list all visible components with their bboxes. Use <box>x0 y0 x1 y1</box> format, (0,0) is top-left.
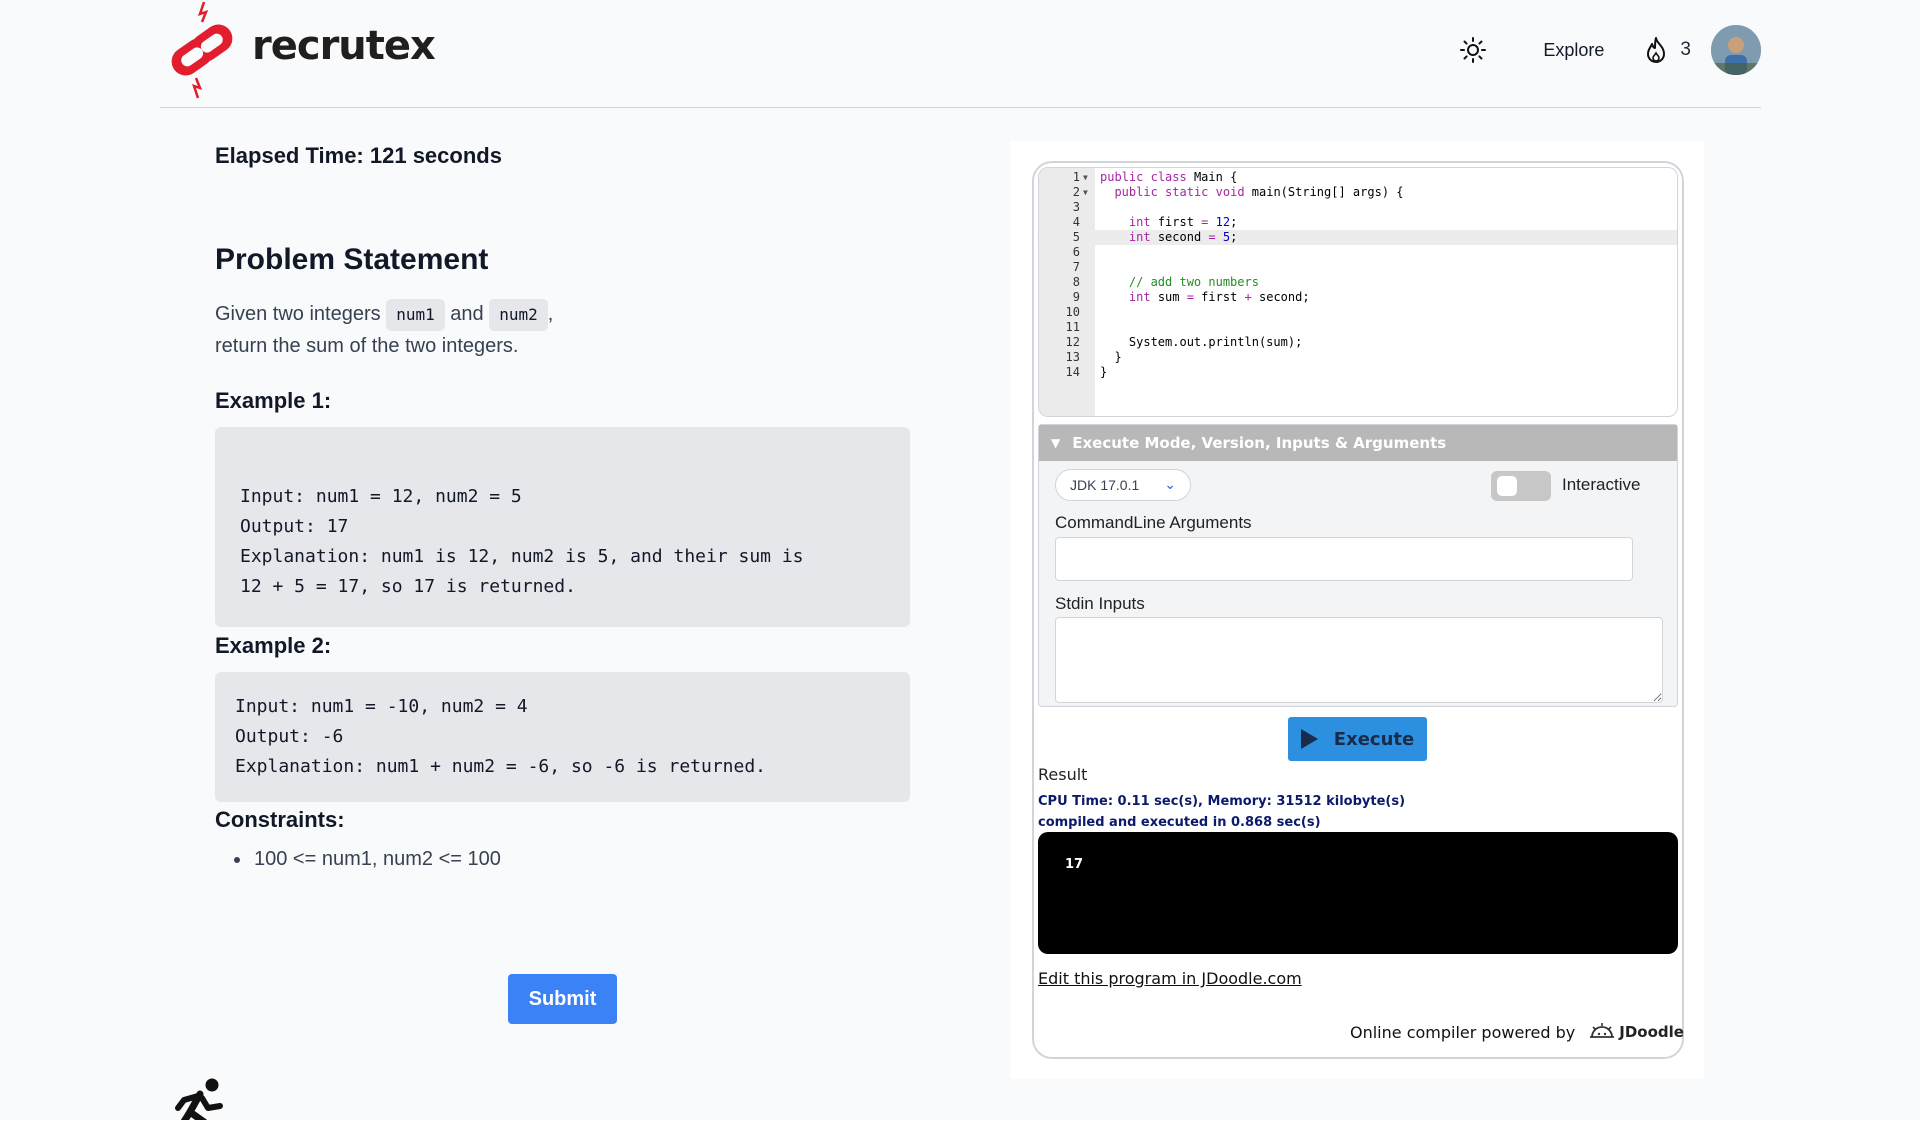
line-number: 10 <box>1065 305 1080 319</box>
interactive-toggle[interactable] <box>1491 471 1551 501</box>
jdoodle-logo-icon <box>1590 1023 1615 1038</box>
constraint-text: 100 <= num1, num2 <= 100 <box>254 848 501 870</box>
toggle-knob <box>1497 476 1517 496</box>
code-line: 2 ▼ public static void main(String[] args… <box>1039 185 1677 200</box>
chevron-down-icon: ⌄ <box>1164 476 1176 492</box>
line-number: 6 <box>1072 245 1080 259</box>
example-2-line: Output: -6 <box>235 726 344 747</box>
sun-icon <box>1460 37 1487 63</box>
result-label: Result <box>1038 765 1088 784</box>
powered-by: Online compiler powered by JDoodle <box>1350 1022 1684 1042</box>
args-input[interactable] <box>1055 537 1633 581</box>
code-line: 9 int sum = first + second; <box>1039 290 1677 305</box>
desc-and: and <box>450 303 484 325</box>
problem-title: Problem Statement <box>215 243 489 276</box>
execute-settings-panel: ▼ Execute Mode, Version, Inputs & Argume… <box>1038 424 1678 707</box>
compile-time-stats: compiled and executed in 0.868 sec(s) <box>1038 815 1321 830</box>
streak-count: 3 <box>1680 39 1691 60</box>
example-1-title: Example 1: <box>215 388 332 413</box>
execution-stats: CPU Time: 0.11 sec(s), Memory: 31512 kil… <box>1038 791 1405 833</box>
code-line: 14} <box>1039 365 1677 380</box>
code-line: 6 <box>1039 245 1677 260</box>
line-number: 11 <box>1065 320 1080 334</box>
execute-button[interactable]: Execute <box>1288 717 1427 761</box>
code-line: 13 } <box>1039 350 1677 365</box>
streak-counter[interactable]: 3 <box>1644 36 1691 64</box>
explore-link[interactable]: Explore <box>1543 40 1604 61</box>
execute-settings-header[interactable]: ▼ Execute Mode, Version, Inputs & Argume… <box>1039 425 1677 461</box>
line-number: 14 <box>1065 365 1080 379</box>
footer-strip <box>0 1120 1920 1146</box>
top-header: recrutex Explore 3 <box>160 0 1761 108</box>
line-number: 5 <box>1072 230 1080 244</box>
logo[interactable]: recrutex <box>160 0 436 100</box>
top-nav: Explore 3 <box>1453 25 1761 75</box>
elapsed-time: Elapsed Time: 121 seconds <box>215 143 502 168</box>
line-number: 3 <box>1072 200 1080 214</box>
jdk-version-value: JDK 17.0.1 <box>1070 477 1140 493</box>
cpu-memory-stats: CPU Time: 0.11 sec(s), Memory: 31512 kil… <box>1038 794 1406 809</box>
desc-comma: , <box>547 303 554 325</box>
code-line: 12 System.out.println(sum); <box>1039 335 1677 350</box>
example-1-box: Input: num1 = 12, num2 = 5 Output: 17 Ex… <box>215 427 910 627</box>
example-2-line: Explanation: num1 + num2 = -6, so -6 is … <box>235 756 767 777</box>
example-1-line: Input: num1 = 12, num2 = 5 <box>240 486 522 507</box>
jdk-version-select[interactable]: JDK 17.0.1 ⌄ <box>1055 469 1191 501</box>
stdin-input[interactable] <box>1055 617 1663 703</box>
line-number: 8 <box>1072 275 1080 289</box>
code-line: 3 <box>1039 200 1677 215</box>
line-number: 2 <box>1072 185 1080 199</box>
logo-icon <box>171 1 233 99</box>
stdin-label: Stdin Inputs <box>1055 594 1145 613</box>
example-1-line: Output: 17 <box>240 516 349 537</box>
desc-text: Given two integers <box>215 303 381 325</box>
powered-by-text: Online compiler powered by <box>1350 1022 1576 1042</box>
user-avatar[interactable] <box>1711 25 1761 75</box>
example-2-box: Input: num1 = -10, num2 = 4 Output: -6 E… <box>215 672 910 802</box>
code-line: 7 <box>1039 260 1677 275</box>
output-console: 17 <box>1038 832 1678 954</box>
code-editor[interactable]: 1 ▼ public class Main { 2 ▼ public static v… <box>1038 167 1678 417</box>
chevron-down-icon: ▼ <box>1051 436 1061 450</box>
avatar-photo <box>1711 25 1761 75</box>
line-number: 1 <box>1072 170 1080 184</box>
logo-text: recrutex <box>252 23 436 69</box>
inline-code-num2: num2 <box>489 299 548 331</box>
jdoodle-brand-text: JDoodle <box>1619 1023 1684 1041</box>
code-line: 4 int first = 12; <box>1039 215 1677 230</box>
code-line-active: 5 int second = 5; <box>1039 230 1677 245</box>
example-1-line: Explanation: num1 is 12, num2 is 5, and … <box>240 546 804 567</box>
theme-toggle-button[interactable] <box>1453 30 1493 70</box>
example-1-line: 12 + 5 = 17, so 17 is returned. <box>240 576 576 597</box>
fold-icon[interactable]: ▼ <box>1083 185 1088 200</box>
line-number: 4 <box>1072 215 1080 229</box>
code-line: 1 ▼ public class Main { <box>1039 170 1677 185</box>
jdoodle-brand[interactable]: JDoodle <box>1589 1022 1684 1042</box>
args-label: CommandLine Arguments <box>1055 513 1252 532</box>
problem-description: Given two integers num1 and num2, return… <box>215 299 815 362</box>
line-number: 13 <box>1065 350 1080 364</box>
line-number: 12 <box>1065 335 1080 349</box>
interactive-label: Interactive <box>1562 475 1641 494</box>
submit-button[interactable]: Submit <box>508 974 617 1024</box>
fold-icon[interactable]: ▼ <box>1083 170 1088 185</box>
example-2-title: Example 2: <box>215 633 332 658</box>
constraints-title: Constraints: <box>215 807 345 832</box>
code-lines: 1 ▼ public class Main { 2 ▼ public static v… <box>1039 170 1677 380</box>
play-icon <box>1300 729 1318 749</box>
example-2-line: Input: num1 = -10, num2 = 4 <box>235 696 528 717</box>
execute-label: Execute <box>1333 728 1415 750</box>
edit-in-jdoodle-link[interactable]: Edit this program in JDoodle.com <box>1038 969 1302 988</box>
line-number: 9 <box>1072 290 1080 304</box>
desc-line-2: return the sum of the two integers. <box>215 335 519 357</box>
execute-settings-title: Execute Mode, Version, Inputs & Argument… <box>1072 434 1447 452</box>
inline-code-num1: num1 <box>386 299 445 331</box>
code-line: 10 <box>1039 305 1677 320</box>
code-line: 8 // add two numbers <box>1039 275 1677 290</box>
code-line: 11 <box>1039 320 1677 335</box>
line-number: 7 <box>1072 260 1080 274</box>
constraint-item: 100 <= num1, num2 <= 100 <box>234 848 501 871</box>
flame-icon <box>1647 37 1666 63</box>
bullet-icon <box>234 856 240 863</box>
